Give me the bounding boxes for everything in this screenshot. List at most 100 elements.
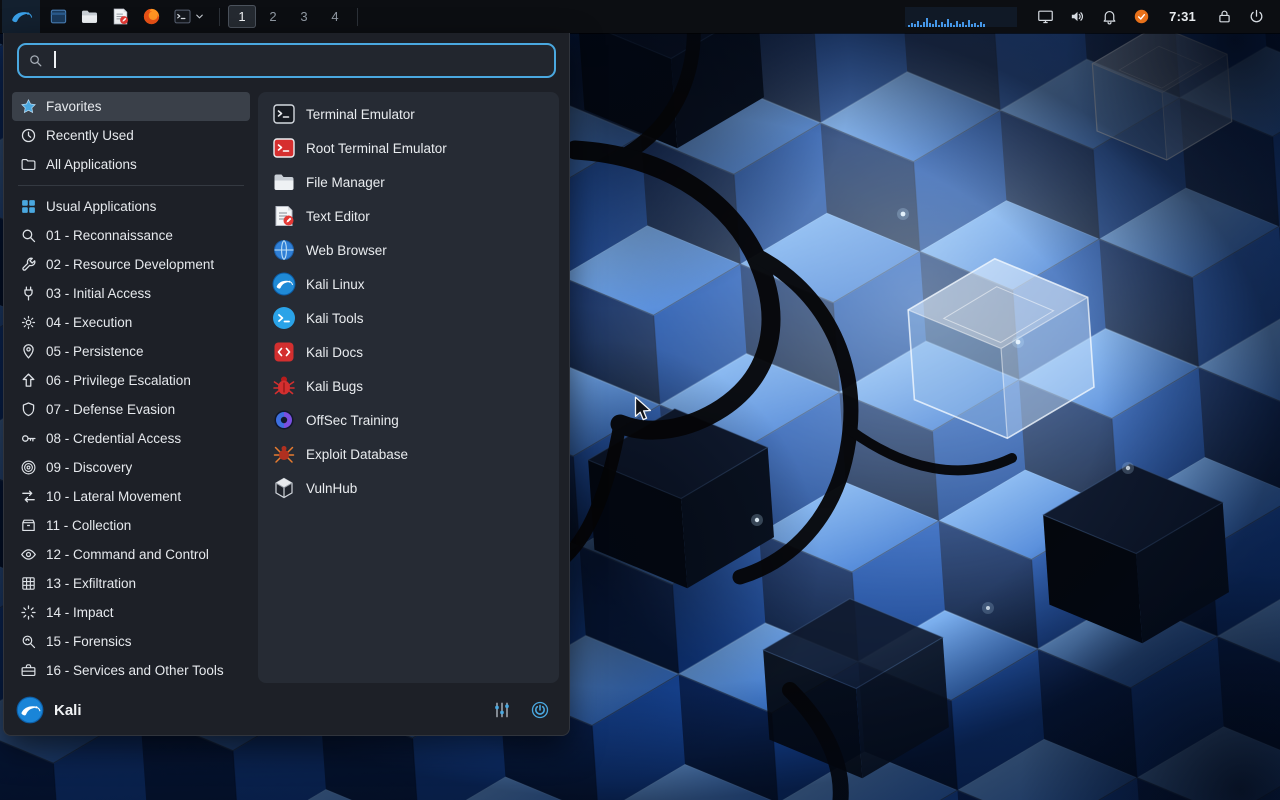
window-launcher[interactable] [43,0,74,33]
app-label: Kali Tools [306,310,364,326]
graph-bar [935,19,938,27]
lock-icon [1216,8,1233,25]
root-terminal-icon [272,136,296,160]
graph-bar [983,23,986,27]
gear-icon [20,314,37,331]
key-icon [20,430,37,447]
logout-button[interactable] [525,695,555,725]
folder-icon [20,156,37,173]
text-editor-launcher[interactable] [105,0,136,33]
terminal-launcher[interactable] [167,0,211,33]
category-09-discovery[interactable]: 09 - Discovery [12,453,250,482]
category-15-forensics[interactable]: 15 - Forensics [12,627,250,656]
app-kali-bugs[interactable]: Kali Bugs [264,369,553,403]
category-16-services-and-other-tools[interactable]: 16 - Services and Other Tools [12,656,250,685]
updates-icon [1133,8,1150,25]
category-05-persistence[interactable]: 05 - Persistence [12,337,250,366]
plug-icon [20,285,37,302]
app-root-terminal-emulator[interactable]: Root Terminal Emulator [264,131,553,165]
graph-bar [944,23,947,27]
category-06-privilege-escalation[interactable]: 06 - Privilege Escalation [12,366,250,395]
category-label: 03 - Initial Access [46,286,152,301]
wrench-icon [20,256,37,273]
window-icon [49,7,68,26]
workspace-3[interactable]: 3 [290,5,318,28]
clock-icon [20,127,37,144]
category-08-credential-access[interactable]: 08 - Credential Access [12,424,250,453]
app-kali-docs[interactable]: Kali Docs [264,335,553,369]
clock[interactable]: 7:31 [1157,9,1208,24]
grid-icon [20,198,37,215]
app-offsec-training[interactable]: OffSec Training [264,403,553,437]
app-label: Terminal Emulator [306,106,415,122]
category-03-initial-access[interactable]: 03 - Initial Access [12,279,250,308]
mouse-cursor [634,396,652,421]
app-vulnhub[interactable]: VulnHub [264,471,553,505]
kali-logo-icon [16,696,44,724]
panel-launchers [43,0,211,33]
lock-button[interactable] [1208,0,1240,33]
bell-icon [1101,8,1118,25]
search-input[interactable] [51,52,545,69]
app-label: Text Editor [306,208,370,224]
display-tray-button[interactable] [1029,0,1061,33]
app-label: Web Browser [306,242,387,258]
kali-bugs-icon [272,374,296,398]
bell-tray-button[interactable] [1093,0,1125,33]
category-01-reconnaissance[interactable]: 01 - Reconnaissance [12,221,250,250]
app-web-browser[interactable]: Web Browser [264,233,553,267]
category-13-exfiltration[interactable]: 13 - Exfiltration [12,569,250,598]
app-kali-tools[interactable]: Kali Tools [264,301,553,335]
category-list: Favorites Recently Used All Applications Us… [12,92,250,683]
power-ring-icon [530,700,550,720]
category-02-resource-development[interactable]: 02 - Resource Development [12,250,250,279]
app-terminal-emulator[interactable]: Terminal Emulator [264,97,553,131]
power-button[interactable] [1240,0,1272,33]
category-label: Favorites [46,99,102,114]
chevron-down-icon [194,11,205,22]
volume-tray-button[interactable] [1061,0,1093,33]
radar-icon [20,459,37,476]
settings-button[interactable] [487,695,517,725]
category-usual-applications[interactable]: Usual Applications [12,192,250,221]
display-icon [1037,8,1054,25]
category-14-impact[interactable]: 14 - Impact [12,598,250,627]
category-07-defense-evasion[interactable]: 07 - Defense Evasion [12,395,250,424]
sliders-icon [492,700,512,720]
app-label: OffSec Training [306,412,399,428]
menu-body: Favorites Recently Used All Applications Us… [4,84,569,687]
workspace-switcher: 1234 [228,5,349,28]
graph-bar [956,20,959,27]
category-11-collection[interactable]: 11 - Collection [12,511,250,540]
search-box[interactable] [17,43,556,78]
graph-bar [920,24,923,27]
category-label: 01 - Reconnaissance [46,228,173,243]
category-12-command-and-control[interactable]: 12 - Command and Control [12,540,250,569]
workspace-1[interactable]: 1 [228,5,256,28]
editor-icon [272,204,296,228]
pin-icon [20,343,37,360]
app-text-editor[interactable]: Text Editor [264,199,553,233]
app-exploit-database[interactable]: Exploit Database [264,437,553,471]
updates-tray-button[interactable] [1125,0,1157,33]
category-separator [18,185,244,186]
category-10-lateral-movement[interactable]: 10 - Lateral Movement [12,482,250,511]
workspace-4[interactable]: 4 [321,5,349,28]
category-label: 11 - Collection [46,518,132,533]
volume-icon [1069,8,1086,25]
firefox-launcher[interactable] [136,0,167,33]
network-monitor[interactable] [905,6,1018,27]
whisker-menu-button[interactable] [2,0,40,33]
category-favorites[interactable]: Favorites [12,92,250,121]
graph-bar [968,19,971,27]
workspace-2[interactable]: 2 [259,5,287,28]
graph-bar [923,21,926,27]
category-label: 10 - Lateral Movement [46,489,182,504]
file-manager-launcher[interactable] [74,0,105,33]
app-file-manager[interactable]: File Manager [264,165,553,199]
category-all-applications[interactable]: All Applications [12,150,250,179]
app-kali-linux[interactable]: Kali Linux [264,267,553,301]
category-recently-used[interactable]: Recently Used [12,121,250,150]
screen: 1234 7:31 Favorites Recently Used All Appl… [0,0,1280,800]
category-04-execution[interactable]: 04 - Execution [12,308,250,337]
